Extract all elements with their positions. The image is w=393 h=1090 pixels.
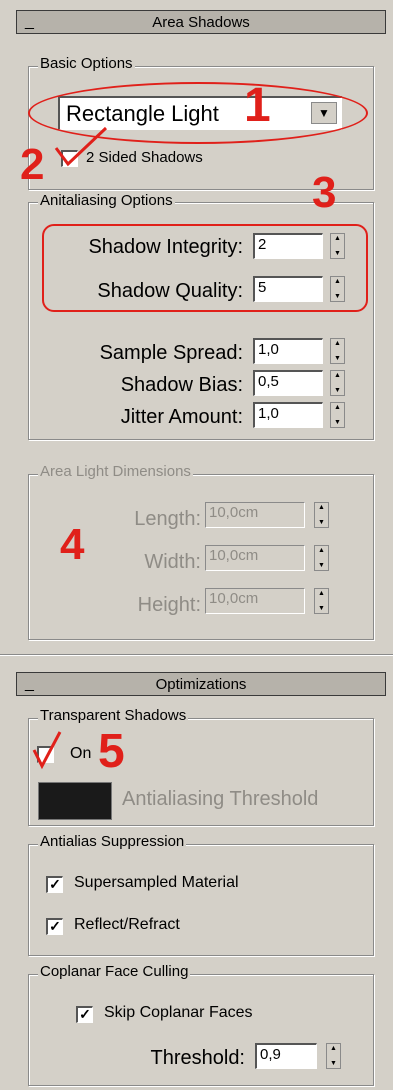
sample-spread-input[interactable]: 1,0 bbox=[253, 338, 323, 364]
threshold-color-swatch[interactable] bbox=[38, 782, 112, 820]
antialias-suppression-title: Antialias Suppression bbox=[38, 833, 187, 850]
width-input[interactable]: 10,0cm bbox=[205, 545, 305, 571]
coplanar-threshold-spinner[interactable] bbox=[326, 1043, 341, 1069]
length-spinner[interactable] bbox=[314, 502, 329, 528]
width-spinner[interactable] bbox=[314, 545, 329, 571]
rollout-divider-highlight bbox=[0, 655, 393, 656]
annotation-number-5: 5 bbox=[98, 725, 125, 778]
coplanar-culling-title: Coplanar Face Culling bbox=[38, 963, 191, 980]
annotation-number-2: 2 bbox=[20, 140, 45, 189]
optimizations-rollout-header[interactable]: _ Optimizations bbox=[16, 672, 386, 696]
antialias-suppression-group bbox=[28, 844, 374, 956]
height-input[interactable]: 10,0cm bbox=[205, 588, 305, 614]
height-label: Height: bbox=[137, 594, 201, 616]
supersampled-label: Supersampled Material bbox=[74, 874, 239, 891]
width-label: Width: bbox=[144, 551, 201, 573]
height-spinner[interactable] bbox=[314, 588, 329, 614]
supersampled-checkbox[interactable]: ✓ bbox=[46, 876, 63, 893]
transparent-on-label: On bbox=[70, 745, 92, 762]
jitter-amount-label: Jitter Amount: bbox=[120, 406, 243, 428]
coplanar-threshold-label: Threshold: bbox=[150, 1047, 246, 1069]
shadow-bias-label: Shadow Bias: bbox=[120, 374, 243, 396]
dimensions-title: Area Light Dimensions bbox=[38, 463, 193, 480]
annotation-number-4: 4 bbox=[60, 520, 85, 569]
shadow-quality-input[interactable]: 5 bbox=[253, 276, 323, 302]
annotation-tick-5 bbox=[32, 731, 62, 770]
length-input[interactable]: 10,0cm bbox=[205, 502, 305, 528]
shadow-integrity-input[interactable]: 2 bbox=[253, 233, 323, 259]
area-shadows-rollout-header[interactable]: _ Area Shadows bbox=[16, 10, 386, 34]
antialiasing-title: Anitaliasing Options bbox=[38, 192, 175, 209]
shadow-integrity-label: Shadow Integrity: bbox=[88, 236, 243, 258]
shadow-quality-label: Shadow Quality: bbox=[97, 280, 243, 302]
transparent-shadows-title: Transparent Shadows bbox=[38, 707, 189, 724]
shadow-quality-spinner[interactable] bbox=[330, 276, 345, 302]
coplanar-threshold-input[interactable]: 0,9 bbox=[255, 1043, 317, 1069]
sample-spread-spinner[interactable] bbox=[330, 338, 345, 364]
skip-coplanar-label: Skip Coplanar Faces bbox=[104, 1004, 253, 1021]
annotation-number-1: 1 bbox=[244, 79, 271, 132]
basic-options-title: Basic Options bbox=[38, 55, 135, 72]
annotation-number-3: 3 bbox=[312, 168, 337, 217]
rollout-title: Area Shadows bbox=[152, 14, 250, 31]
reflect-refract-label: Reflect/Refract bbox=[74, 916, 180, 933]
two-sided-label: 2 Sided Shadows bbox=[86, 149, 203, 166]
antialiasing-threshold-label: Antialiasing Threshold bbox=[122, 788, 319, 810]
jitter-amount-input[interactable]: 1,0 bbox=[253, 402, 323, 428]
shadow-bias-spinner[interactable] bbox=[330, 370, 345, 396]
reflect-refract-checkbox[interactable]: ✓ bbox=[46, 918, 63, 935]
rollout-title: Optimizations bbox=[155, 676, 247, 693]
shadow-integrity-spinner[interactable] bbox=[330, 233, 345, 259]
sample-spread-label: Sample Spread: bbox=[99, 342, 243, 364]
jitter-amount-spinner[interactable] bbox=[330, 402, 345, 428]
length-label: Length: bbox=[134, 508, 201, 530]
shadow-bias-input[interactable]: 0,5 bbox=[253, 370, 323, 396]
skip-coplanar-checkbox[interactable]: ✓ bbox=[76, 1006, 93, 1023]
